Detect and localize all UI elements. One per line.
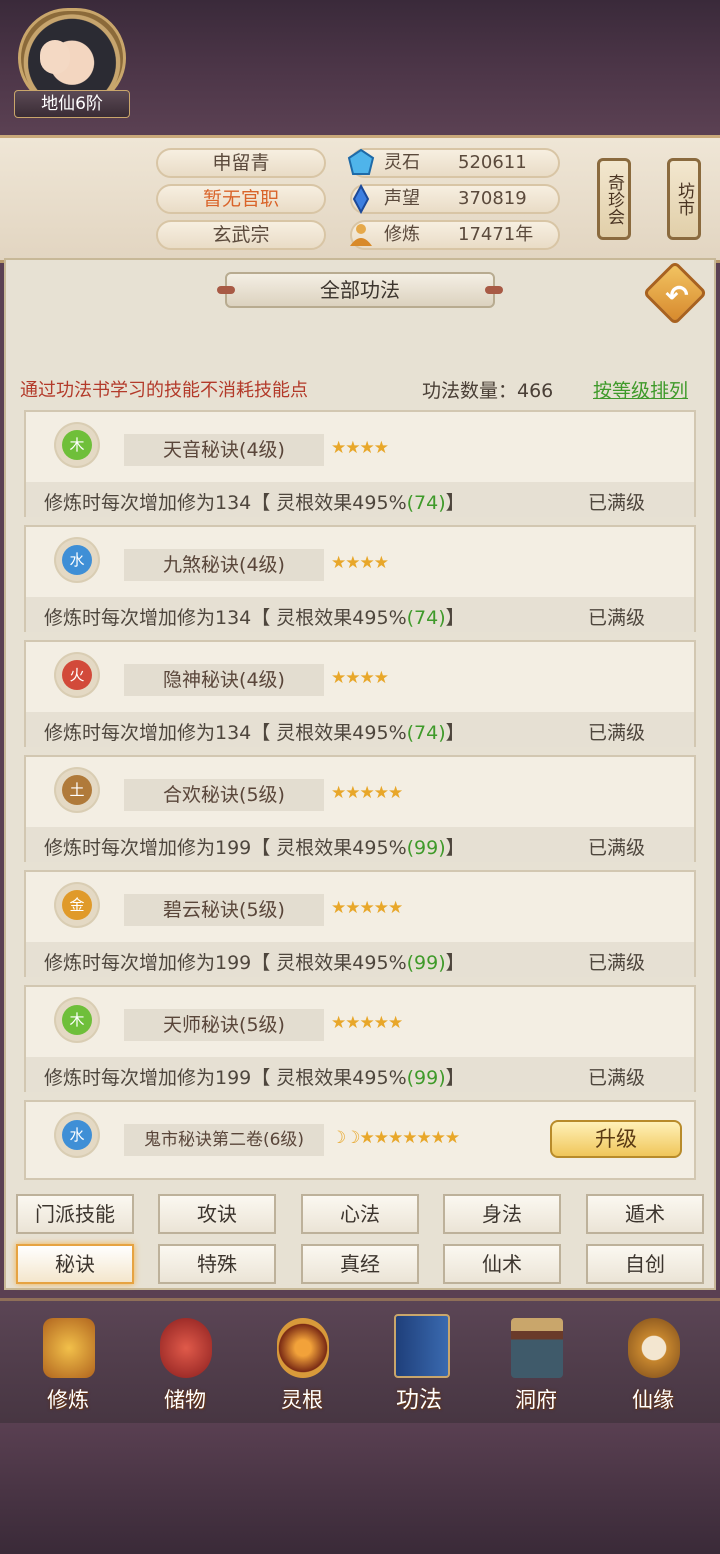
- skill-count: 功法数量：466: [422, 380, 554, 402]
- nav-label: 仙缘: [632, 1388, 674, 1412]
- element-icon: 金: [62, 890, 92, 920]
- nav-immortal-fate[interactable]: 仙缘: [603, 1306, 703, 1416]
- prestige-stat: 声望 370819: [350, 184, 560, 214]
- element-icon: 木: [62, 1005, 92, 1035]
- tab-scripture[interactable]: 真经: [301, 1244, 419, 1284]
- tab-sect-skills[interactable]: 门派技能: [16, 1194, 134, 1234]
- meditation-icon: [43, 1318, 95, 1378]
- stat-value: 17471年: [458, 224, 534, 245]
- tab-movement[interactable]: 身法: [443, 1194, 561, 1234]
- element-icon: 火: [62, 660, 92, 690]
- stat-label: 声望: [384, 188, 420, 209]
- nav-label: 灵根: [281, 1388, 323, 1412]
- stat-label: 修炼: [384, 224, 420, 245]
- skill-card[interactable]: 木 天音秘诀(4级) ★★★★ 修炼时每次增加修为134【 灵根效果495%(7…: [24, 410, 696, 517]
- skill-stars: ★★★★: [331, 438, 389, 458]
- element-icon: 木: [62, 430, 92, 460]
- skill-stars: ★★★★: [331, 668, 389, 688]
- back-arrow-icon: ↶: [665, 279, 689, 312]
- skill-name: 隐神秘诀(4级): [124, 664, 324, 696]
- skill-stars: ★★★★: [331, 553, 389, 573]
- skill-description: 修炼时每次增加修为199【 灵根效果495%(99)】: [44, 1067, 465, 1089]
- player-name: 申留青: [156, 148, 326, 178]
- skill-card[interactable]: 木 天师秘诀(5级) ★★★★★ 修炼时每次增加修为199【 灵根效果495%(…: [24, 985, 696, 1092]
- nav-label: 储物: [164, 1388, 206, 1412]
- skill-name: 碧云秘诀(5级): [124, 894, 324, 926]
- nav-cave-mansion[interactable]: 洞府: [486, 1306, 586, 1416]
- player-sect: 玄武宗: [156, 220, 326, 250]
- skill-name: 合欢秘诀(5级): [124, 779, 324, 811]
- market-button[interactable]: 坊市: [667, 158, 701, 240]
- skill-book-icon: [394, 1314, 450, 1378]
- skill-status: 已满级: [588, 492, 646, 514]
- tab-attack[interactable]: 攻诀: [158, 1194, 276, 1234]
- nav-cultivate[interactable]: 修炼: [18, 1306, 118, 1416]
- stat-value: 370819: [458, 188, 527, 209]
- skill-card[interactable]: 金 碧云秘诀(5级) ★★★★★ 修炼时每次增加修为199【 灵根效果495%(…: [24, 870, 696, 977]
- skill-description: 修炼时每次增加修为134【 灵根效果495%(74)】: [44, 722, 465, 744]
- spirit-stone-stat: 灵石 520611: [347, 148, 560, 178]
- player-official: 暂无官职: [156, 184, 326, 214]
- nav-skills[interactable]: 功法: [369, 1302, 469, 1413]
- nav-label: 功法: [396, 1387, 442, 1413]
- skill-stars: ★★★★★: [331, 1013, 403, 1033]
- skill-card[interactable]: 水 九煞秘诀(4级) ★★★★ 修炼时每次增加修为134【 灵根效果495%(7…: [24, 525, 696, 632]
- skill-stars: ☽☽★★★★★★★: [331, 1128, 460, 1148]
- skill-description: 修炼时每次增加修为134【 灵根效果495%(74)】: [44, 607, 465, 629]
- avatar-face: [40, 40, 70, 74]
- tab-escape[interactable]: 遁术: [586, 1194, 704, 1234]
- stat-value: 520611: [458, 152, 527, 173]
- skill-point-note: 通过功法书学习的技能不消耗技能点: [20, 380, 308, 401]
- prestige-icon: [352, 184, 370, 214]
- panel-title: 全部功法: [217, 272, 503, 308]
- treasure-shop-button[interactable]: 奇珍会: [597, 158, 631, 240]
- nav-label: 修炼: [47, 1388, 89, 1412]
- cultivation-icon: [350, 224, 372, 246]
- element-icon: 水: [62, 1120, 92, 1150]
- tab-mind[interactable]: 心法: [301, 1194, 419, 1234]
- skill-stars: ★★★★★: [331, 898, 403, 918]
- tab-secret[interactable]: 秘诀: [16, 1244, 134, 1284]
- storage-bag-icon: [160, 1318, 212, 1378]
- skill-status: 已满级: [588, 607, 646, 629]
- skill-status: 已满级: [588, 837, 646, 859]
- immortal-fate-icon: [628, 1318, 680, 1378]
- skill-name: 鬼市秘诀第二卷(6级): [124, 1124, 324, 1156]
- nav-storage[interactable]: 储物: [135, 1306, 235, 1416]
- skill-card[interactable]: 水 鬼市秘诀第二卷(6级) ☽☽★★★★★★★ 升级: [24, 1100, 696, 1180]
- skill-description: 修炼时每次增加修为199【 灵根效果495%(99)】: [44, 837, 465, 859]
- skill-status: 已满级: [588, 722, 646, 744]
- stat-label: 灵石: [384, 152, 420, 173]
- cultivation-stat: 修炼 17471年: [350, 220, 560, 250]
- skill-name: 九煞秘诀(4级): [124, 549, 324, 581]
- tab-self-created[interactable]: 自创: [586, 1244, 704, 1284]
- skill-name: 天师秘诀(5级): [124, 1009, 324, 1041]
- skill-description: 修炼时每次增加修为134【 灵根效果495%(74)】: [44, 492, 465, 514]
- tab-immortal-arts[interactable]: 仙术: [443, 1244, 561, 1284]
- element-icon: 水: [62, 545, 92, 575]
- element-icon: 土: [62, 775, 92, 805]
- tab-special[interactable]: 特殊: [158, 1244, 276, 1284]
- skill-description: 修炼时每次增加修为199【 灵根效果495%(99)】: [44, 952, 465, 974]
- player-rank: 地仙6阶: [14, 90, 130, 118]
- spirit-stone-icon: [347, 148, 375, 175]
- skill-status: 已满级: [588, 1067, 646, 1089]
- nav-label: 洞府: [515, 1388, 557, 1412]
- skill-name: 天音秘诀(4级): [124, 434, 324, 466]
- skill-status: 已满级: [588, 952, 646, 974]
- cave-mansion-icon: [511, 1318, 563, 1378]
- nav-spirit-root[interactable]: 灵根: [252, 1306, 352, 1416]
- spirit-root-icon: [277, 1318, 329, 1378]
- skill-card[interactable]: 土 合欢秘诀(5级) ★★★★★ 修炼时每次增加修为199【 灵根效果495%(…: [24, 755, 696, 862]
- skill-stars: ★★★★★: [331, 783, 403, 803]
- sort-by-level-link[interactable]: 按等级排列: [593, 376, 688, 403]
- upgrade-button[interactable]: 升级: [550, 1120, 682, 1158]
- skill-card[interactable]: 火 隐神秘诀(4级) ★★★★ 修炼时每次增加修为134【 灵根效果495%(7…: [24, 640, 696, 747]
